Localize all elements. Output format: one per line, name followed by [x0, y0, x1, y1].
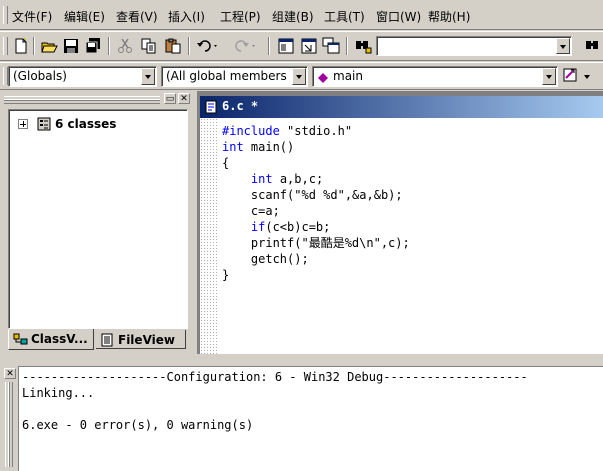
code-editor[interactable]: #include "stdio.h" int main() { int a,b,… [200, 118, 603, 354]
output-text[interactable]: --------------------Configuration: 6 - W… [18, 366, 603, 471]
menu-tools[interactable]: 工具(T) [324, 8, 365, 25]
code-line: if(c<b)c=b; [250, 220, 331, 234]
open-folder-icon[interactable] [40, 37, 58, 55]
workspace-tabs: ClassV... FileView [8, 329, 188, 351]
menu-file[interactable]: 文件(F) [12, 8, 52, 25]
menu-view[interactable]: 查看(V) [116, 8, 158, 25]
visual-cpp-window: 文件(F) 编辑(E) 查看(V) 插入(I) 工程(P) 组建(B) 工具(T… [0, 0, 603, 471]
wizard-bar: (Globals) (All global members main [0, 62, 603, 90]
menu-edit[interactable]: 编辑(E) [64, 8, 105, 25]
wizard-action-dropdown-icon[interactable] [584, 75, 590, 79]
member-combo-value: main [333, 69, 363, 83]
fileview-icon [100, 333, 116, 350]
output-window-icon[interactable] [300, 37, 318, 55]
tab-fileview[interactable]: FileView [96, 330, 186, 349]
tab-fileview-label: FileView [118, 333, 175, 347]
wizard-action-icon[interactable] [562, 67, 580, 85]
output-line: Linking... [22, 386, 95, 400]
menu-window[interactable]: 窗口(W) [376, 8, 421, 25]
chevron-down-icon[interactable] [556, 38, 570, 54]
toolbar-separator [188, 37, 190, 55]
menu-insert[interactable]: 插入(I) [168, 8, 205, 25]
find-in-files-icon[interactable] [354, 37, 372, 55]
chevron-down-icon[interactable] [141, 68, 155, 85]
find-combo[interactable] [376, 36, 572, 56]
code-line: { [222, 156, 230, 170]
undo-icon[interactable] [196, 37, 217, 55]
output-grip-bar[interactable]: ✕ [0, 364, 18, 471]
close-icon[interactable]: ✕ [178, 93, 190, 104]
code-line: int a,b,c; [250, 172, 324, 186]
find-icon[interactable] [584, 37, 602, 55]
output-line: 6.exe - 0 error(s), 0 warning(s) [22, 418, 254, 432]
workspace-window-icon[interactable] [277, 37, 295, 55]
standard-toolbar [0, 31, 603, 61]
menu-build[interactable]: 组建(B) [272, 8, 314, 25]
filter-combo[interactable]: (All global members [161, 66, 308, 87]
new-file-icon[interactable] [12, 37, 30, 55]
workspace-grip-bar[interactable]: ▭ ✕ [4, 93, 190, 105]
code-line: } [222, 268, 230, 282]
save-all-icon[interactable] [84, 37, 102, 55]
source-file-icon [204, 100, 218, 117]
code-line: int main() [222, 140, 295, 154]
code-line: getch(); [222, 252, 309, 266]
chevron-down-icon[interactable] [542, 68, 556, 85]
menubar-grip[interactable] [3, 6, 8, 24]
toolbar-separator [268, 37, 270, 55]
classview-icon [13, 332, 29, 349]
toolbar-separator [108, 37, 110, 55]
editor-titlebar[interactable]: 6.c * [200, 96, 603, 118]
close-icon[interactable]: ✕ [4, 368, 16, 379]
filter-combo-value: (All global members [166, 69, 287, 83]
output-panel: ✕ --------------------Configuration: 6 -… [0, 364, 603, 471]
menubar: 文件(F) 编辑(E) 查看(V) 插入(I) 工程(P) 组建(B) 工具(T… [0, 0, 603, 30]
class-combo[interactable]: (Globals) [8, 66, 157, 87]
output-line: --------------------Configuration: 6 - W… [22, 370, 528, 384]
tab-classview-label: ClassV... [31, 332, 88, 346]
code-line: c=a; [222, 204, 280, 218]
restore-icon[interactable]: ▭ [164, 93, 176, 104]
class-combo-value: (Globals) [13, 69, 67, 83]
paste-icon[interactable] [164, 37, 182, 55]
classes-icon [35, 116, 53, 135]
code-text[interactable]: #include "stdio.h" int main() { int a,b,… [222, 123, 410, 283]
editor-selection-margin[interactable] [200, 118, 218, 354]
menu-project[interactable]: 工程(P) [220, 8, 261, 25]
member-combo[interactable]: main [312, 66, 558, 87]
tree-root-label[interactable]: 6 classes [55, 117, 116, 131]
chevron-down-icon[interactable] [292, 68, 306, 85]
code-line: #include "stdio.h" [222, 124, 353, 138]
tree-expand-icon[interactable] [18, 119, 28, 129]
code-line: printf("最酷是%d\n",c); [222, 236, 410, 250]
toolbar-separator [346, 37, 348, 55]
code-line: scanf("%d %d",&a,&b); [222, 188, 403, 202]
class-tree[interactable]: 6 classes [8, 109, 188, 329]
cut-icon[interactable] [116, 37, 134, 55]
workspace-panel: ▭ ✕ 6 classes ClassV... FileView [0, 91, 196, 354]
toolbar-grip[interactable] [3, 37, 8, 55]
menu-help[interactable]: 帮助(H) [428, 8, 470, 25]
tab-classview[interactable]: ClassV... [8, 329, 94, 350]
toolbar-separator [33, 37, 35, 55]
redo-icon[interactable] [232, 37, 255, 55]
window-list-icon[interactable] [322, 37, 340, 55]
save-icon[interactable] [62, 37, 80, 55]
function-icon [318, 72, 328, 86]
editor-title: 6.c * [222, 99, 259, 113]
copy-icon[interactable] [140, 37, 158, 55]
